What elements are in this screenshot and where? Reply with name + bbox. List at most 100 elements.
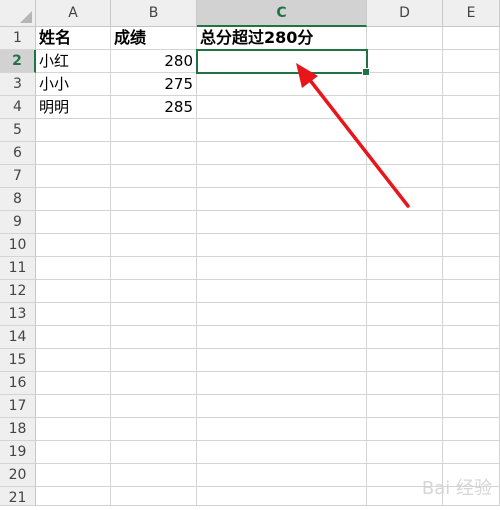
row-header-14[interactable]: 14: [0, 326, 36, 349]
grid-cell[interactable]: [197, 50, 367, 73]
row-header-13[interactable]: 13: [0, 303, 36, 326]
grid-cell[interactable]: [36, 257, 111, 280]
cell-a2[interactable]: 小红: [36, 50, 111, 73]
grid-cell[interactable]: [443, 418, 500, 441]
grid-cell[interactable]: [367, 441, 443, 464]
grid-cell[interactable]: [36, 142, 111, 165]
row-header-19[interactable]: 19: [0, 441, 36, 464]
grid-cell[interactable]: [443, 372, 500, 395]
grid-cell[interactable]: [443, 349, 500, 372]
grid-cell[interactable]: [111, 234, 197, 257]
row-header-16[interactable]: 16: [0, 372, 36, 395]
grid-cell[interactable]: [367, 257, 443, 280]
row-header-6[interactable]: 6: [0, 142, 36, 165]
column-header-a[interactable]: A: [36, 0, 111, 27]
grid-cell[interactable]: [443, 96, 500, 119]
grid-cell[interactable]: [36, 188, 111, 211]
cell-a4[interactable]: 明明: [36, 96, 111, 119]
grid-cell[interactable]: [443, 119, 500, 142]
grid-cell[interactable]: [443, 303, 500, 326]
grid-cell[interactable]: [36, 119, 111, 142]
row-header-12[interactable]: 12: [0, 280, 36, 303]
grid-cell[interactable]: [111, 119, 197, 142]
grid-cell[interactable]: [443, 257, 500, 280]
row-header-7[interactable]: 7: [0, 165, 36, 188]
grid-cell[interactable]: [36, 441, 111, 464]
grid-cell[interactable]: [197, 257, 367, 280]
grid-cell[interactable]: [197, 142, 367, 165]
grid-cell[interactable]: [111, 349, 197, 372]
grid-cell[interactable]: [197, 303, 367, 326]
grid-cell[interactable]: [111, 142, 197, 165]
row-header-10[interactable]: 10: [0, 234, 36, 257]
grid-cell[interactable]: [443, 395, 500, 418]
row-header-3[interactable]: 3: [0, 73, 36, 96]
grid-cell[interactable]: [197, 165, 367, 188]
grid-cell[interactable]: [197, 73, 367, 96]
grid-cell[interactable]: [367, 418, 443, 441]
grid-cell[interactable]: [36, 418, 111, 441]
column-header-b[interactable]: B: [111, 0, 197, 27]
grid-cell[interactable]: [36, 211, 111, 234]
grid-cell[interactable]: [367, 165, 443, 188]
grid-cell[interactable]: [111, 165, 197, 188]
grid-cell[interactable]: [367, 372, 443, 395]
grid-cell[interactable]: [36, 234, 111, 257]
grid-cell[interactable]: [367, 27, 443, 50]
grid-cell[interactable]: [443, 234, 500, 257]
cell-a1[interactable]: 姓名: [36, 27, 111, 50]
cell-b3[interactable]: 275: [111, 73, 197, 96]
grid-cell[interactable]: [367, 234, 443, 257]
grid-cell[interactable]: [443, 441, 500, 464]
grid-cell[interactable]: [36, 326, 111, 349]
grid-cell[interactable]: [443, 73, 500, 96]
grid-cell[interactable]: [197, 418, 367, 441]
grid-cell[interactable]: [197, 211, 367, 234]
grid-cell[interactable]: [443, 142, 500, 165]
grid-cell[interactable]: [111, 418, 197, 441]
row-header-5[interactable]: 5: [0, 119, 36, 142]
row-header-11[interactable]: 11: [0, 257, 36, 280]
grid-cell[interactable]: [367, 96, 443, 119]
grid-cell[interactable]: [197, 464, 367, 487]
grid-cell[interactable]: [367, 349, 443, 372]
column-header-c[interactable]: C: [197, 0, 367, 27]
grid-cell[interactable]: [111, 257, 197, 280]
grid-cell[interactable]: [111, 280, 197, 303]
row-header-20[interactable]: 20: [0, 464, 36, 487]
grid-cell[interactable]: [36, 303, 111, 326]
cell-b2[interactable]: 280: [111, 50, 197, 73]
row-header-1[interactable]: 1: [0, 27, 36, 50]
grid-cell[interactable]: [36, 280, 111, 303]
grid-cell[interactable]: [443, 50, 500, 73]
grid-cell[interactable]: [367, 326, 443, 349]
row-header-21[interactable]: 21: [0, 487, 36, 506]
select-all-corner[interactable]: [0, 0, 36, 27]
row-header-17[interactable]: 17: [0, 395, 36, 418]
grid-cell[interactable]: [36, 395, 111, 418]
grid-cell[interactable]: [111, 441, 197, 464]
grid-cell[interactable]: [367, 303, 443, 326]
column-header-d[interactable]: D: [367, 0, 443, 27]
grid-cell[interactable]: [197, 349, 367, 372]
cell-b4[interactable]: 285: [111, 96, 197, 119]
row-header-2[interactable]: 2: [0, 50, 36, 73]
grid-cell[interactable]: [443, 280, 500, 303]
grid-cell[interactable]: [443, 188, 500, 211]
grid-cell[interactable]: [197, 119, 367, 142]
grid-cell[interactable]: [36, 165, 111, 188]
row-header-4[interactable]: 4: [0, 96, 36, 119]
grid-cell[interactable]: [111, 211, 197, 234]
grid-cell[interactable]: [111, 464, 197, 487]
grid-cell[interactable]: [367, 280, 443, 303]
cell-c1[interactable]: 总分超过280分: [197, 27, 367, 50]
grid-cell[interactable]: [443, 211, 500, 234]
grid-cell[interactable]: [443, 326, 500, 349]
grid-cell[interactable]: [197, 234, 367, 257]
grid-cell[interactable]: [197, 188, 367, 211]
grid-cell[interactable]: [367, 142, 443, 165]
grid-cell[interactable]: [197, 487, 367, 506]
grid-cell[interactable]: [367, 395, 443, 418]
grid-cell[interactable]: [111, 303, 197, 326]
grid-cell[interactable]: [111, 395, 197, 418]
